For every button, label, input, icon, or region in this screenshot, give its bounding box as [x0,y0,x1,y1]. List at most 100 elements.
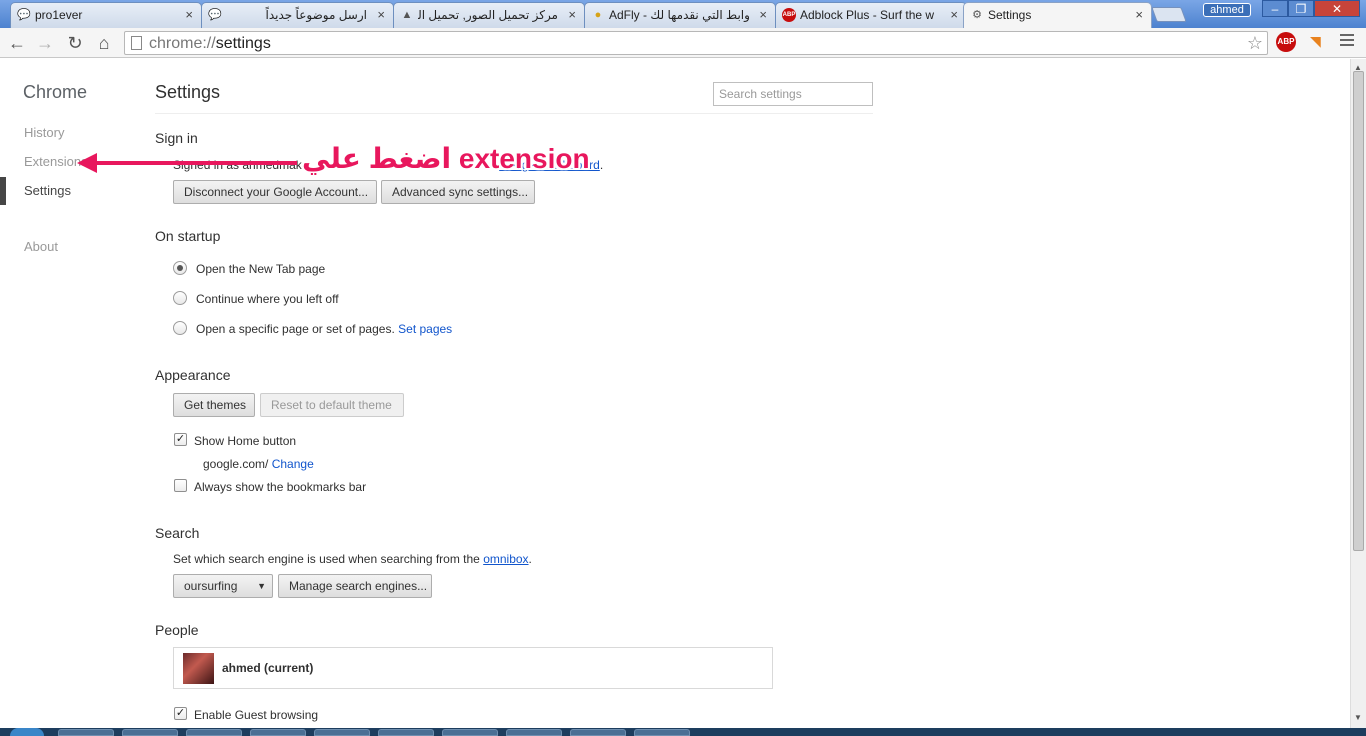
guest-browsing-label: Enable Guest browsing [194,708,319,722]
forward-button[interactable]: → [34,32,56,54]
abp-icon: ABP [782,8,796,22]
reload-button[interactable]: ↻ [64,32,86,54]
taskbar-item[interactable] [570,729,626,736]
close-icon[interactable]: × [185,3,193,27]
scroll-down-icon[interactable]: ▼ [1354,713,1362,722]
taskbar-item[interactable] [506,729,562,736]
section-title-sign-in: Sign in [155,130,198,146]
window-close-button[interactable]: ✕ [1314,0,1360,17]
gear-icon: ⚙ [972,9,982,21]
minimize-button[interactable]: – [1262,0,1288,17]
taskbar-item[interactable] [314,729,370,736]
tab-pro1ever[interactable]: 💬 pro1ever × [10,2,202,28]
page-title: Settings [155,82,221,102]
chat-icon: 💬 [17,9,31,21]
profile-badge[interactable]: ahmed [1203,3,1251,17]
manage-search-engines-button[interactable]: Manage search engines... [278,574,432,598]
picture-icon: ▲ [401,9,413,21]
reset-theme-button[interactable]: Reset to default theme [260,393,404,417]
close-icon[interactable]: × [377,3,385,27]
tab-settings[interactable]: ⚙ Settings × [963,2,1152,28]
tab-title: pro1ever [35,8,83,22]
period: . [599,158,604,172]
section-title-people: People [155,622,199,638]
url-scheme: chrome:// [149,35,216,52]
tab-title: Adblock Plus - Surf the w [800,8,935,22]
url-text[interactable]: chrome://settings [149,34,271,54]
bookmark-star-icon[interactable]: ☆ [1247,32,1263,54]
adblock-plus-icon[interactable]: ABP [1276,32,1296,52]
sidebar-item-history[interactable]: History [24,125,64,140]
startup-option-label: Open a specific page or set of pages. Se… [196,322,452,336]
search-description-text: Set which search engine is used when sea… [173,552,480,566]
start-button[interactable] [10,728,44,736]
tab-image-upload[interactable]: ▲ مركز تحميل الصور, تحميل الصور × [393,2,585,28]
close-icon[interactable]: × [759,3,767,27]
search-settings-input[interactable] [713,82,873,106]
tab-title: AdFly - الروابط التي نقدمها لك [609,8,749,22]
period: . [528,552,532,566]
maximize-button[interactable]: ❐ [1288,0,1314,17]
page-icon [131,36,142,50]
section-title-on-startup: On startup [155,228,221,244]
avatar [183,653,214,684]
menu-icon[interactable] [1340,34,1354,46]
home-url-text: google.com/ Change [203,457,314,471]
browser-toolbar: ← → ↻ ⌂ chrome://settings ☆ [0,28,1366,58]
startup-option-label: Continue where you left off [196,292,339,306]
back-button[interactable]: ← [6,32,28,54]
selected-engine: oursurfing [184,579,238,593]
close-icon[interactable]: × [1135,3,1143,27]
annotation-text: اضغط علي extension [302,143,590,174]
show-home-label: Show Home button [194,434,297,448]
chat-icon: 💬 [208,9,222,21]
search-description: Set which search engine is used when sea… [173,552,532,566]
tab-adblock-plus[interactable]: ABP Adblock Plus - Surf the w × [775,2,967,28]
tab-adfly[interactable]: ● AdFly - الروابط التي نقدمها لك × [584,2,776,28]
url-path: settings [215,35,271,52]
bookmarks-bar-checkbox[interactable] [174,479,187,492]
radio-new-tab-page[interactable] [173,261,187,275]
omnibox[interactable]: chrome://settings ☆ [124,31,1268,55]
home-url: google.com/ [203,457,269,471]
taskbar-item[interactable] [58,729,114,736]
taskbar-item[interactable] [442,729,498,736]
set-pages-link[interactable]: Set pages [398,322,452,336]
search-engine-select[interactable]: oursurfing ▼ [173,574,273,598]
taskbar-item[interactable] [186,729,242,736]
vertical-scrollbar[interactable]: ▲ ▼ [1350,59,1366,728]
get-themes-button[interactable]: Get themes [173,393,255,417]
tab-title: مركز تحميل الصور, تحميل الصور [418,8,558,22]
disconnect-account-button[interactable]: Disconnect your Google Account... [173,180,377,204]
sidebar-item-about[interactable]: About [24,239,58,254]
os-taskbar [0,728,1366,736]
home-button[interactable]: ⌂ [93,32,115,54]
section-title-search: Search [155,525,200,541]
tab-title: ارسل موضوعاً جديداً [265,8,367,22]
dropdown-arrow-icon: ▼ [257,581,266,591]
header-divider [155,113,873,114]
annotation-arrow-icon [77,153,297,173]
taskbar-item[interactable] [122,729,178,736]
taskbar-item[interactable] [250,729,306,736]
taskbar-item[interactable] [634,729,690,736]
taskbar-item[interactable] [378,729,434,736]
change-home-link[interactable]: Change [272,457,314,471]
advanced-sync-button[interactable]: Advanced sync settings... [381,180,535,204]
tab-new-topic[interactable]: 💬 ارسل موضوعاً جديداً × [201,2,394,28]
tab-strip: 💬 pro1ever × 💬 ارسل موضوعاً جديداً × ▲ م… [0,0,1366,28]
show-home-checkbox[interactable]: ✓ [174,433,187,446]
radio-specific-pages[interactable] [173,321,187,335]
scroll-thumb[interactable] [1353,71,1364,551]
profile-list[interactable]: ahmed (current) [173,647,773,689]
radio-continue-where-left[interactable] [173,291,187,305]
rss-icon[interactable]: ◥ [1310,33,1321,50]
close-icon[interactable]: × [950,3,958,27]
guest-browsing-checkbox[interactable]: ✓ [174,707,187,720]
bee-icon: ● [594,9,602,21]
sidebar-item-settings[interactable]: Settings [24,183,71,198]
new-tab-button[interactable] [1151,7,1187,22]
startup-option-text: Open a specific page or set of pages. [196,322,395,336]
omnibox-link[interactable]: omnibox [483,552,528,566]
close-icon[interactable]: × [568,3,576,27]
